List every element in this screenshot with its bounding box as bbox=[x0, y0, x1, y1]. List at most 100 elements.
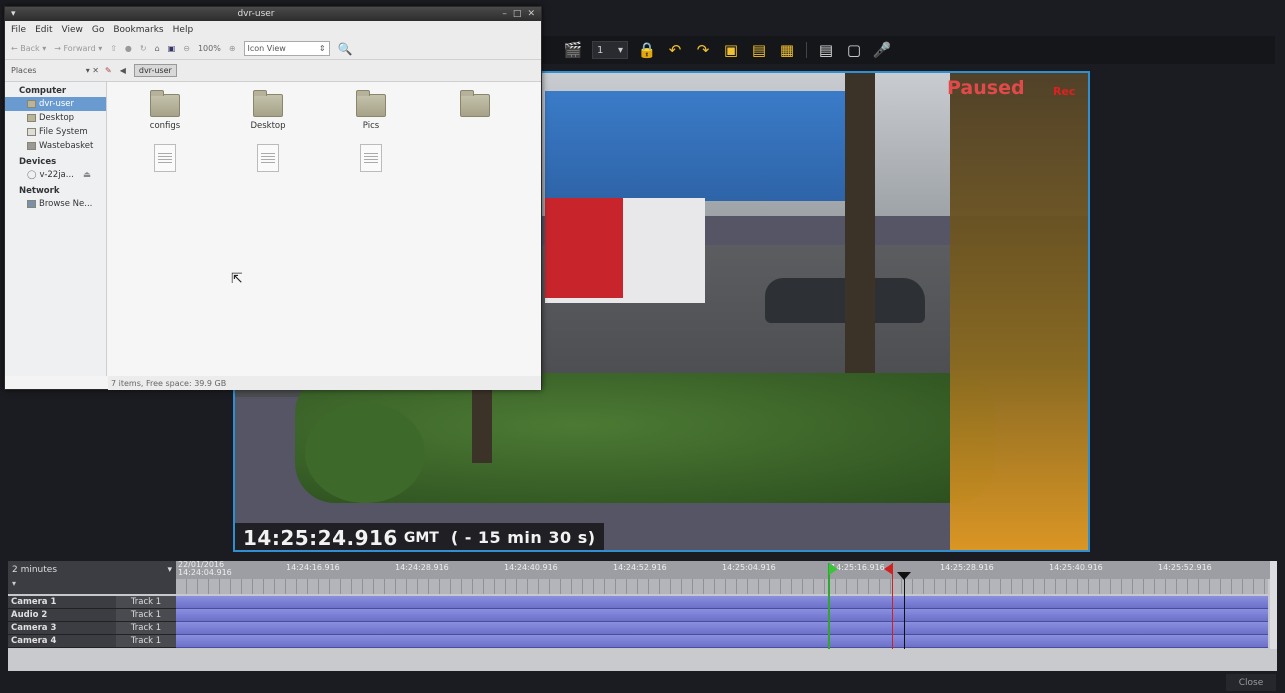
file-view[interactable]: configs Desktop Pics bbox=[108, 82, 541, 376]
track-name: Camera 3 bbox=[8, 622, 116, 635]
timestamp-overlay: 14:25:24.916 GMT ( - 15 min 30 s) bbox=[235, 523, 604, 550]
view-mode-select[interactable]: Icon View ⇕ bbox=[243, 41, 330, 56]
track-row: Camera 1 Track 1 bbox=[8, 596, 1277, 609]
menu-help[interactable]: Help bbox=[173, 25, 194, 35]
places-sidebar: Computer dvr-user Desktop File System Wa… bbox=[5, 82, 107, 376]
in-marker-flag-icon[interactable] bbox=[829, 563, 838, 575]
fm-toolbar: ← Back ▾ → Forward ▾ ⇧ ● ↻ ⌂ ▣ ⊖ 100% ⊕ … bbox=[5, 38, 541, 60]
back-button[interactable]: ← Back ▾ bbox=[11, 44, 46, 53]
track-lane[interactable] bbox=[176, 622, 1268, 635]
close-icon[interactable]: ✕ bbox=[527, 9, 535, 19]
sidebar-item-wastebasket[interactable]: Wastebasket bbox=[5, 139, 106, 153]
forward-button[interactable]: → Forward ▾ bbox=[54, 44, 102, 53]
sidebar-heading-devices: Devices bbox=[19, 157, 57, 167]
sidebar-item-filesystem[interactable]: File System bbox=[5, 125, 106, 139]
track-row: Audio 2 Track 1 bbox=[8, 609, 1277, 622]
timeline-expand-toggle[interactable]: ▾ bbox=[8, 579, 176, 594]
menu-go[interactable]: Go bbox=[92, 25, 104, 35]
redo-icon[interactable]: ↷ bbox=[694, 41, 712, 59]
track-row: Camera 4 Track 1 bbox=[8, 635, 1277, 648]
computer-icon[interactable]: ▣ bbox=[168, 44, 176, 53]
track-label: Track 1 bbox=[116, 622, 176, 635]
file-item-desktop[interactable]: Desktop bbox=[233, 90, 303, 131]
track-name: Camera 4 bbox=[8, 635, 116, 648]
frame-icon[interactable]: ▣ bbox=[722, 41, 740, 59]
places-header[interactable]: Places ▾ ✕ bbox=[5, 66, 105, 75]
timeline-tick: 14:25:16.916 bbox=[831, 563, 885, 572]
file-item-configs[interactable]: configs bbox=[130, 90, 200, 131]
eject-icon[interactable]: ⏏ bbox=[83, 170, 91, 180]
menu-edit[interactable]: Edit bbox=[35, 25, 52, 35]
in-marker-line[interactable] bbox=[828, 563, 830, 649]
video-scene-truck-trailer bbox=[545, 198, 623, 298]
microphone-icon[interactable]: 🎤 bbox=[873, 41, 892, 59]
timeline-range-select[interactable]: 2 minutes ▾ bbox=[8, 561, 176, 579]
trash-icon bbox=[27, 142, 36, 150]
menu-view[interactable]: View bbox=[62, 25, 83, 35]
track-lane[interactable] bbox=[176, 635, 1268, 648]
camera-count-select[interactable]: 1 ▾ bbox=[592, 41, 628, 59]
track-name: Audio 2 bbox=[8, 609, 116, 622]
edit-location-icon[interactable]: ✎ bbox=[105, 66, 112, 75]
file-item-document[interactable] bbox=[130, 144, 200, 172]
zoom-out-icon[interactable]: ⊖ bbox=[183, 44, 190, 53]
close-button[interactable]: Close bbox=[1226, 674, 1276, 691]
folder-icon bbox=[356, 90, 386, 117]
sidebar-item-device[interactable]: ◯ v-22ja... ⏏ bbox=[5, 168, 106, 182]
track-name: Camera 1 bbox=[8, 596, 116, 609]
file-item-document[interactable] bbox=[336, 144, 406, 172]
filesystem-icon bbox=[27, 128, 36, 136]
lock-icon[interactable]: 🔒 bbox=[638, 41, 657, 59]
zoom-in-icon[interactable]: ⊕ bbox=[229, 44, 236, 53]
timeline-tick: 14:24:52.916 bbox=[613, 563, 667, 572]
desktop-icon bbox=[27, 114, 36, 122]
playhead-line[interactable] bbox=[904, 573, 905, 649]
sidebar-item-browse-network[interactable]: Browse Ne... bbox=[5, 197, 106, 211]
sidebar-item-home[interactable]: dvr-user bbox=[5, 97, 106, 111]
window-titlebar[interactable]: ▾ dvr-user – □ ✕ bbox=[5, 7, 541, 21]
track-lane[interactable] bbox=[176, 596, 1268, 609]
breadcrumb-back-icon[interactable]: ◀ bbox=[120, 66, 126, 75]
list-layout-icon[interactable]: ▤ bbox=[750, 41, 768, 59]
menu-file[interactable]: File bbox=[11, 25, 26, 35]
maximize-icon[interactable]: □ bbox=[513, 9, 522, 19]
zoom-level: 100% bbox=[197, 44, 221, 53]
home-folder-icon bbox=[27, 100, 36, 108]
sidebar-heading-computer: Computer bbox=[19, 86, 67, 96]
window-menu-icon[interactable]: ▾ bbox=[11, 9, 16, 19]
search-icon[interactable]: 🔍 bbox=[338, 42, 353, 56]
menu-bookmarks[interactable]: Bookmarks bbox=[113, 25, 163, 35]
monitor-icon[interactable]: ▢ bbox=[845, 41, 863, 59]
track-row: Camera 3 Track 1 bbox=[8, 622, 1277, 635]
home-icon[interactable]: ⌂ bbox=[155, 44, 160, 53]
undo-icon[interactable]: ↶ bbox=[666, 41, 684, 59]
dvr-toolbar: 🎬 1 ▾ 🔒 ↶ ↷ ▣ ▤ ▦ ▤ ▢ 🎤 bbox=[540, 36, 1275, 64]
timeline-tick: 14:25:40.916 bbox=[1049, 563, 1103, 572]
minimize-icon[interactable]: – bbox=[502, 9, 507, 19]
folder-icon bbox=[460, 90, 490, 117]
network-icon bbox=[27, 200, 36, 208]
file-item-folder[interactable] bbox=[440, 90, 510, 121]
clapper-icon[interactable]: 🎬 bbox=[564, 41, 583, 59]
storage-icon[interactable]: ▤ bbox=[817, 41, 835, 59]
timeline-scrollbar[interactable] bbox=[1270, 561, 1277, 649]
sidebar-item-desktop[interactable]: Desktop bbox=[5, 111, 106, 125]
stop-icon[interactable]: ● bbox=[125, 44, 132, 53]
mouse-pointer-icon: ⇱ bbox=[231, 271, 243, 287]
folder-icon bbox=[253, 90, 283, 117]
out-marker-flag-icon[interactable] bbox=[884, 563, 893, 575]
timeline-grid[interactable] bbox=[176, 579, 1268, 594]
playhead-handle-icon[interactable] bbox=[897, 572, 911, 580]
track-lane[interactable] bbox=[176, 609, 1268, 622]
breadcrumb-button[interactable]: dvr-user bbox=[133, 64, 177, 77]
video-scene-shopfront bbox=[950, 73, 1088, 550]
up-icon[interactable]: ⇧ bbox=[110, 44, 117, 53]
out-marker-line[interactable] bbox=[892, 563, 893, 649]
file-item-document[interactable] bbox=[233, 144, 303, 172]
document-icon bbox=[360, 144, 382, 172]
grid-layout-icon[interactable]: ▦ bbox=[778, 41, 796, 59]
file-item-pics[interactable]: Pics bbox=[336, 90, 406, 131]
file-manager-window[interactable]: ▾ dvr-user – □ ✕ File Edit View Go Bookmar… bbox=[4, 6, 542, 390]
reload-icon[interactable]: ↻ bbox=[140, 44, 147, 53]
document-icon bbox=[154, 144, 176, 172]
